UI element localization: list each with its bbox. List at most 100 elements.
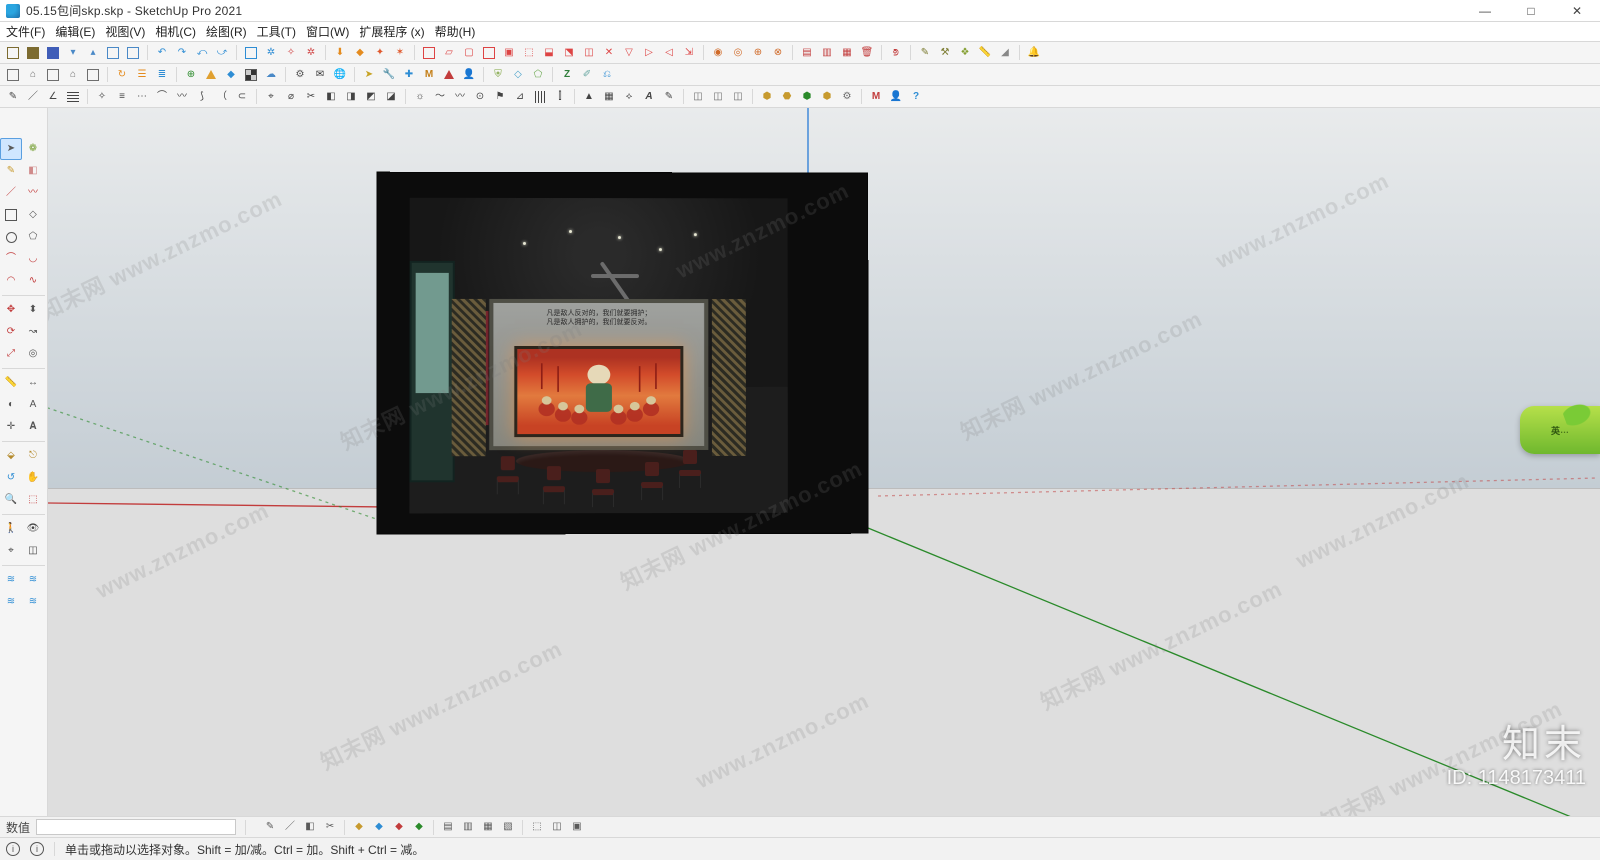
tb-ruler-icon[interactable]: 📏 (976, 44, 994, 62)
select-tool-icon[interactable]: ➤ (0, 138, 22, 160)
viewport[interactable]: 凡是敌人反对的，我们就要拥护； 凡是敌人拥护的，我们就要反对。 (48, 108, 1600, 816)
bb-pen-icon[interactable]: ✎ (261, 818, 279, 836)
tb3-q6-icon[interactable]: ◩ (362, 88, 380, 106)
tb3-follow-icon[interactable]: ⟡ (620, 88, 638, 106)
tb3-help-icon[interactable]: ? (907, 88, 925, 106)
sample-tool-icon[interactable]: ⎋ (22, 445, 44, 467)
tb-redo-icon[interactable]: ↷ (173, 44, 191, 62)
bezier-tool-icon[interactable]: ∿ (22, 270, 44, 292)
tb2-box3-icon[interactable] (44, 66, 62, 84)
dimension-tool-icon[interactable]: ↔ (22, 372, 44, 394)
bb-erase-icon[interactable]: ◧ (301, 818, 319, 836)
menu-view[interactable]: 视图(V) (105, 23, 145, 40)
tb-red-d-icon[interactable] (480, 44, 498, 62)
tb2-m-icon[interactable]: M (420, 66, 438, 84)
tb-upload-icon[interactable]: ▴ (84, 44, 102, 62)
bb-f2-icon[interactable]: ◫ (548, 818, 566, 836)
tb3-r2-icon[interactable]: 〜 (431, 88, 449, 106)
tb-undo-icon[interactable]: ↶ (153, 44, 171, 62)
line-tool-icon[interactable]: ／ (0, 182, 22, 204)
move-tool-icon[interactable]: ✥ (0, 299, 22, 321)
tb2-shield-icon[interactable]: ⛨ (489, 66, 507, 84)
sandbox-d-tool-icon[interactable]: ≋ (22, 591, 44, 613)
tb2-cloud-icon[interactable]: ☁ (262, 66, 280, 84)
tb3-cube1-icon[interactable]: ◫ (689, 88, 707, 106)
status-geo-icon[interactable]: i (30, 842, 44, 856)
tb3-r1-icon[interactable]: ☼ (411, 88, 429, 106)
orbit-tool-icon[interactable]: ↺ (0, 467, 22, 489)
tb3-pd-icon[interactable]: ⌒ (153, 88, 171, 106)
value-input[interactable] (36, 819, 236, 835)
tb3-gold2-icon[interactable]: ⬣ (778, 88, 796, 106)
tb-ewarehouse-icon[interactable] (124, 44, 142, 62)
tb3-chart-icon[interactable] (64, 88, 82, 106)
tb3-q3-icon[interactable]: ✂ (302, 88, 320, 106)
tb-red-g-icon[interactable]: ⬓ (540, 44, 558, 62)
tb-red-b-icon[interactable]: ▱ (440, 44, 458, 62)
window-close-button[interactable]: ✕ (1554, 0, 1600, 21)
tb3-pc-icon[interactable]: ⋯ (133, 88, 151, 106)
tb-compass-icon[interactable]: ✧ (282, 44, 300, 62)
tb-undo2-icon[interactable]: ⤺ (193, 44, 211, 62)
tb2-globe-icon[interactable]: 🌐 (331, 66, 349, 84)
tb2-pent-icon[interactable]: ⬠ (529, 66, 547, 84)
tb3-ph-icon[interactable]: ⊂ (233, 88, 251, 106)
pencil-tool-icon[interactable]: ✎ (0, 160, 22, 182)
tape-tool-icon[interactable]: 📏 (0, 372, 22, 394)
tb3-green-icon[interactable]: ⬢ (798, 88, 816, 106)
tb3-r4-icon[interactable]: ⊙ (471, 88, 489, 106)
tb3-gold3-icon[interactable]: ⬢ (818, 88, 836, 106)
tb3-pf-icon[interactable]: ⟆ (193, 88, 211, 106)
arc-c-tool-icon[interactable]: ◠ (0, 270, 22, 292)
tb3-r6-icon[interactable]: ⊿ (511, 88, 529, 106)
bb-ra-icon[interactable]: ▤ (439, 818, 457, 836)
offset-tool-icon[interactable]: ◎ (22, 343, 44, 365)
bb-cut-icon[interactable]: ✂ (321, 818, 339, 836)
tb3-q1-icon[interactable]: ⌖ (262, 88, 280, 106)
bb-c2-icon[interactable]: ◆ (370, 818, 388, 836)
pushpull-tool-icon[interactable]: ⬍ (22, 299, 44, 321)
rotated-rectangle-tool-icon[interactable]: ◇ (22, 204, 44, 226)
window-maximize-button[interactable]: □ (1508, 0, 1554, 21)
tb-openmodel-icon[interactable] (24, 44, 42, 62)
menu-camera[interactable]: 相机(C) (155, 23, 196, 40)
section-tool-icon[interactable]: ◫ (22, 540, 44, 562)
window-minimize-button[interactable]: — (1462, 0, 1508, 21)
menu-file[interactable]: 文件(F) (6, 23, 45, 40)
axes-tool-icon[interactable]: ✛ (0, 416, 22, 438)
protractor-tool-icon[interactable]: ◐ (0, 394, 22, 416)
tb-flame-icon[interactable]: ✦ (371, 44, 389, 62)
pan-tool-icon[interactable]: ✋ (22, 467, 44, 489)
walk-tool-icon[interactable]: 🚶 (0, 518, 22, 540)
bb-c4-icon[interactable]: ◆ (410, 818, 428, 836)
tb3-gold1-icon[interactable]: ⬢ (758, 88, 776, 106)
tb3-q5-icon[interactable]: ◨ (342, 88, 360, 106)
tb-red-e-icon[interactable]: ▣ (500, 44, 518, 62)
position-tool-icon[interactable]: ⌖ (0, 540, 22, 562)
bb-c3-icon[interactable]: ◆ (390, 818, 408, 836)
bb-line-icon[interactable]: ／ (281, 818, 299, 836)
arc-a-tool-icon[interactable]: ⌒ (0, 248, 22, 270)
tb2-mail-icon[interactable]: ✉ (311, 66, 329, 84)
tb2-refresh-icon[interactable]: ↻ (113, 66, 131, 84)
tb-trash-icon[interactable]: 🗑 (858, 44, 876, 62)
tb-paint-a-icon[interactable]: ▤ (798, 44, 816, 62)
tb-red-h-icon[interactable]: ⬔ (560, 44, 578, 62)
tb3-m-icon[interactable]: M (867, 88, 885, 106)
tb2-box1-icon[interactable] (4, 66, 22, 84)
eraser-tool-icon[interactable]: ◧ (22, 160, 44, 182)
freehand-tool-icon[interactable]: 〰 (22, 182, 44, 204)
rectangle-tool-icon[interactable] (0, 204, 22, 226)
tb-red-k-icon[interactable]: ▽ (620, 44, 638, 62)
menu-tools[interactable]: 工具(T) (257, 23, 296, 40)
tb2-box5-icon[interactable] (84, 66, 102, 84)
scale-tool-icon[interactable]: ⤢ (0, 343, 22, 365)
tb-red-l-icon[interactable]: ▷ (640, 44, 658, 62)
tb-red-n-icon[interactable]: ⇲ (680, 44, 698, 62)
tb2-tri-icon[interactable] (202, 66, 220, 84)
rotate-tool-icon[interactable]: ⟳ (0, 321, 22, 343)
sandbox-a-tool-icon[interactable]: ≋ (0, 569, 22, 591)
tb2-brush-icon[interactable]: ✐ (578, 66, 596, 84)
followme-tool-icon[interactable]: ↝ (22, 321, 44, 343)
tb2-plus-icon[interactable]: ⊕ (182, 66, 200, 84)
